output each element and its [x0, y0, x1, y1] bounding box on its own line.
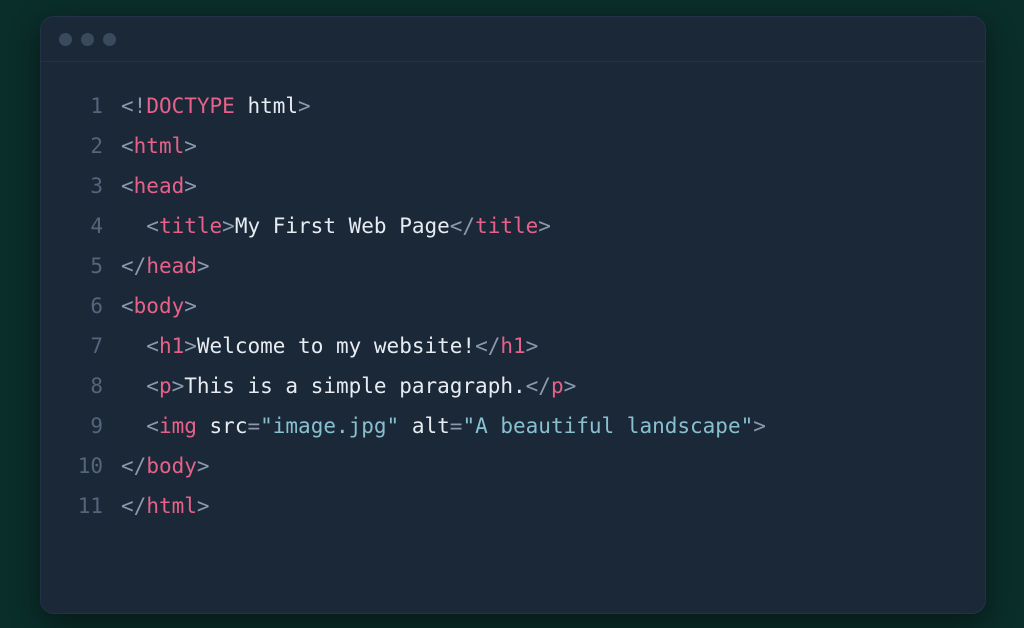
code-line[interactable]: 8 <p>This is a simple paragraph.</p>: [61, 366, 965, 406]
code-content[interactable]: </body>: [121, 446, 965, 486]
code-line[interactable]: 1<!DOCTYPE html>: [61, 86, 965, 126]
code-content[interactable]: <title>My First Web Page</title>: [121, 206, 965, 246]
code-editor-window: 1<!DOCTYPE html>2<html>3<head>4 <title>M…: [40, 16, 986, 614]
line-number: 4: [61, 206, 121, 246]
line-number: 11: [61, 486, 121, 526]
code-editor-body[interactable]: 1<!DOCTYPE html>2<html>3<head>4 <title>M…: [41, 62, 985, 613]
line-number: 7: [61, 326, 121, 366]
line-number: 3: [61, 166, 121, 206]
code-content[interactable]: <head>: [121, 166, 965, 206]
code-line[interactable]: 9 <img src="image.jpg" alt="A beautiful …: [61, 406, 965, 446]
code-content[interactable]: </head>: [121, 246, 965, 286]
code-line[interactable]: 6<body>: [61, 286, 965, 326]
line-number: 5: [61, 246, 121, 286]
code-content[interactable]: <body>: [121, 286, 965, 326]
window-maximize-dot[interactable]: [103, 33, 116, 46]
window-minimize-dot[interactable]: [81, 33, 94, 46]
line-number: 10: [61, 446, 121, 486]
line-number: 1: [61, 86, 121, 126]
code-line[interactable]: 3<head>: [61, 166, 965, 206]
code-content[interactable]: <img src="image.jpg" alt="A beautiful la…: [121, 406, 965, 446]
line-number: 8: [61, 366, 121, 406]
code-line[interactable]: 2<html>: [61, 126, 965, 166]
line-number: 6: [61, 286, 121, 326]
code-line[interactable]: 10</body>: [61, 446, 965, 486]
window-title-bar: [41, 17, 985, 62]
line-number: 9: [61, 406, 121, 446]
window-close-dot[interactable]: [59, 33, 72, 46]
line-number: 2: [61, 126, 121, 166]
code-content[interactable]: <html>: [121, 126, 965, 166]
code-content[interactable]: <!DOCTYPE html>: [121, 86, 965, 126]
code-line[interactable]: 11</html>: [61, 486, 965, 526]
code-content[interactable]: <h1>Welcome to my website!</h1>: [121, 326, 965, 366]
code-line[interactable]: 5</head>: [61, 246, 965, 286]
code-content[interactable]: </html>: [121, 486, 965, 526]
code-line[interactable]: 7 <h1>Welcome to my website!</h1>: [61, 326, 965, 366]
code-content[interactable]: <p>This is a simple paragraph.</p>: [121, 366, 965, 406]
code-line[interactable]: 4 <title>My First Web Page</title>: [61, 206, 965, 246]
